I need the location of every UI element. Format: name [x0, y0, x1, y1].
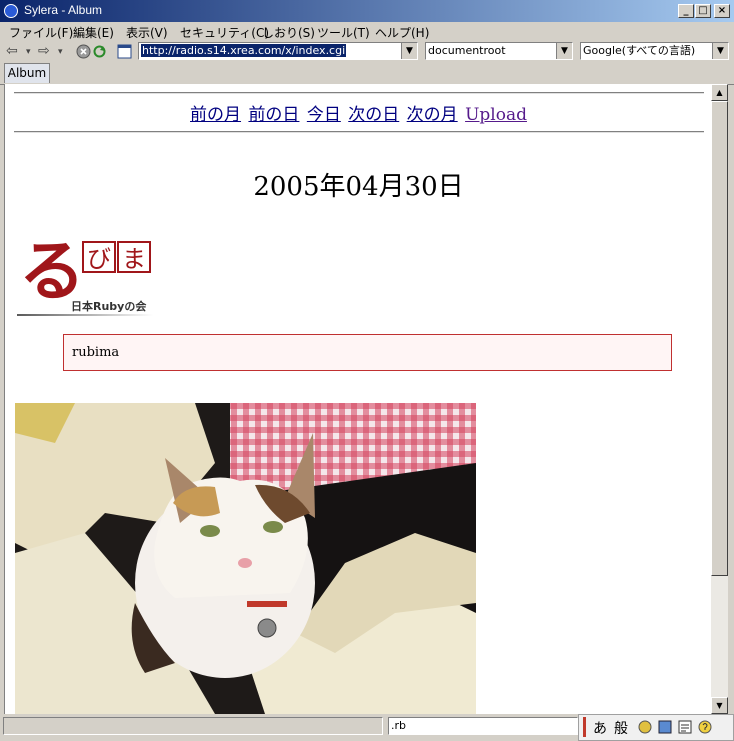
ime-properties-icon[interactable]: [677, 719, 693, 735]
ime-grip-icon[interactable]: [583, 717, 586, 737]
sylera-app-icon: [4, 4, 18, 18]
logo-box-char-2: ま: [122, 245, 146, 273]
url-dropdown-icon[interactable]: ▼: [401, 43, 417, 59]
stop-icon[interactable]: [76, 44, 91, 59]
search-engine-select[interactable]: Google(すべての言語) ▼: [580, 42, 729, 60]
navigation-toolbar: ⇦ ▾ ⇨ ▾ http://radio.s14.xrea.com/x/inde…: [0, 40, 734, 62]
ime-dictionary-indicator[interactable]: 般: [614, 718, 628, 738]
forward-dropdown-icon[interactable]: ▾: [58, 47, 63, 57]
menu-bookmarks[interactable]: しおり(S): [262, 24, 315, 41]
title-bar[interactable]: Sylera - Album _ □ ×: [0, 0, 734, 22]
browser-window: Sylera - Album _ □ × ファイル(F) 編集(E) 表示(V)…: [0, 0, 734, 741]
status-bar: .rb あ 般: [0, 714, 734, 741]
next-month-link[interactable]: 次の月: [407, 105, 458, 125]
divider-top: [14, 92, 704, 94]
search-engine-dropdown-icon[interactable]: ▼: [712, 43, 728, 59]
scroll-thumb[interactable]: [711, 101, 728, 576]
scroll-up-button[interactable]: ▲: [711, 84, 728, 101]
prev-month-link[interactable]: 前の月: [190, 105, 241, 125]
ime-tool-icon[interactable]: [637, 719, 653, 735]
menu-file[interactable]: ファイル(F): [9, 24, 73, 41]
logo-big-char: る: [19, 233, 85, 310]
tab-bar: Album: [0, 62, 734, 85]
ime-toolbar: あ 般: [578, 714, 734, 741]
date-heading: 2005年04月30日: [253, 172, 464, 202]
ime-mode-indicator[interactable]: あ: [593, 718, 607, 738]
menu-bar: ファイル(F) 編集(E) 表示(V) セキュリティ(C) しおり(S) ツール…: [0, 22, 734, 40]
back-icon[interactable]: ⇦: [6, 43, 18, 59]
ime-pad-icon[interactable]: [657, 719, 673, 735]
today-link[interactable]: 今日: [307, 105, 341, 125]
scroll-down-button[interactable]: ▼: [711, 697, 728, 714]
page-icon: [117, 44, 132, 59]
menu-view[interactable]: 表示(V): [126, 24, 168, 41]
tab-album[interactable]: Album: [4, 63, 50, 83]
date-navigation: 前の月 前の日 今日 次の日 次の月 Upload: [5, 100, 712, 125]
minimize-button[interactable]: _: [678, 4, 694, 18]
window-title: Sylera - Album: [24, 3, 103, 17]
location-select[interactable]: documentroot ▼: [425, 42, 573, 60]
vertical-scrollbar[interactable]: ▲ ▼: [711, 84, 728, 714]
status-input-field[interactable]: .rb: [388, 717, 578, 735]
note-box: rubima: [63, 334, 672, 371]
logo-box-char-1: び: [87, 245, 111, 273]
menu-tools[interactable]: ツール(T): [317, 24, 370, 41]
reload-icon[interactable]: [92, 44, 107, 59]
prev-day-link[interactable]: 前の日: [248, 105, 299, 125]
url-text: http://radio.s14.xrea.com/x/index.cgi: [141, 44, 347, 57]
upload-link[interactable]: Upload: [465, 105, 527, 125]
back-dropdown-icon[interactable]: ▾: [26, 47, 31, 57]
close-button[interactable]: ×: [714, 4, 730, 18]
search-engine-value: Google(すべての言語): [583, 44, 696, 57]
menu-help[interactable]: ヘルプ(H): [375, 24, 429, 41]
rubima-logo-mark: る び ま 日本Rubyの会: [17, 233, 153, 316]
divider-bottom: [14, 131, 704, 133]
status-text-area: [3, 717, 383, 735]
location-dropdown-icon[interactable]: ▼: [556, 43, 572, 59]
cat-photo: [15, 403, 476, 714]
rubima-logo: る び ま 日本Rubyの会: [15, 232, 155, 322]
ime-help-icon[interactable]: [697, 719, 713, 735]
forward-icon[interactable]: ⇨: [38, 43, 50, 59]
logo-caption: 日本Rubyの会: [71, 299, 147, 313]
url-input[interactable]: http://radio.s14.xrea.com/x/index.cgi ▼: [138, 42, 418, 60]
maximize-button[interactable]: □: [695, 4, 711, 18]
page-content: 前の月 前の日 今日 次の日 次の月 Upload 2005年04月30日 る …: [4, 84, 712, 714]
menu-security[interactable]: セキュリティ(C): [180, 24, 269, 41]
location-select-value: documentroot: [428, 44, 506, 57]
next-day-link[interactable]: 次の日: [348, 105, 399, 125]
menu-edit[interactable]: 編集(E): [73, 24, 114, 41]
